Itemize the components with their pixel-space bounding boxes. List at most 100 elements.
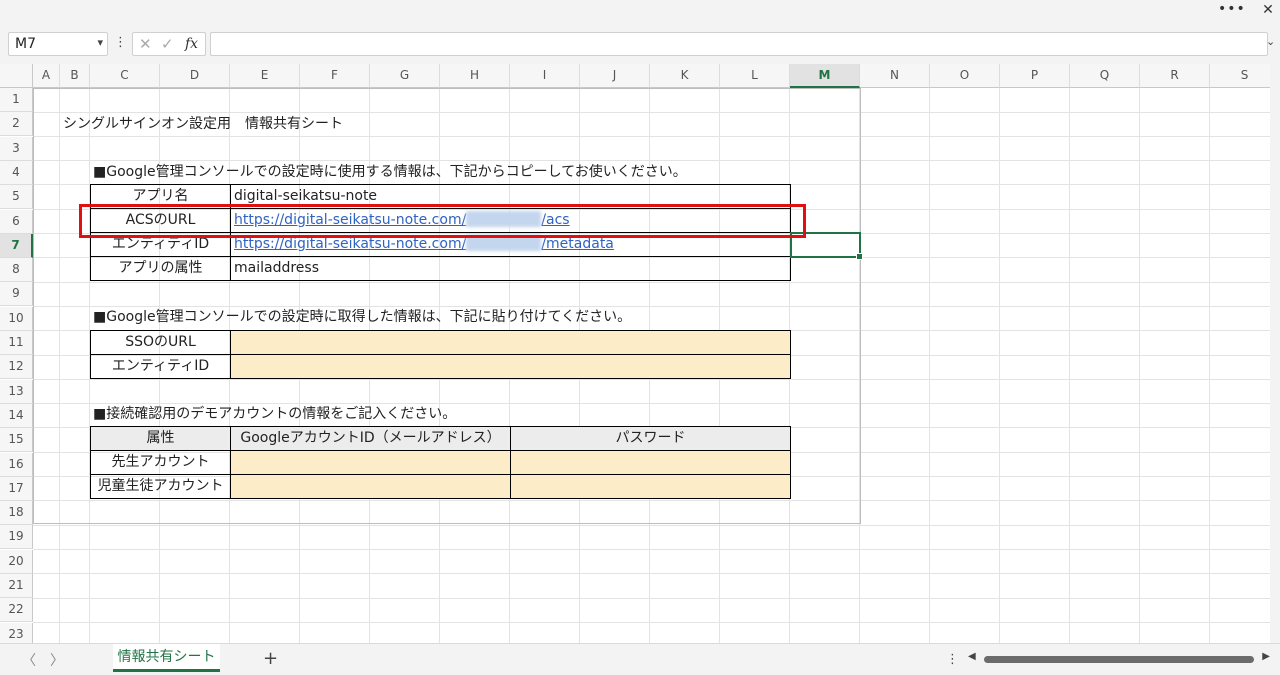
row-header-13[interactable]: 13 — [0, 379, 33, 404]
section3-heading: ■接続確認用のデモアカウントの情報をご記入ください。 — [93, 406, 457, 422]
column-header-i[interactable]: I — [510, 64, 580, 88]
row-header-22[interactable]: 22 — [0, 598, 33, 623]
row-header-3[interactable]: 3 — [0, 136, 33, 161]
row-header-14[interactable]: 14 — [0, 403, 33, 428]
column-header-c[interactable]: C — [90, 64, 160, 88]
s3-header-attr[interactable]: 属性 — [90, 426, 231, 451]
grid-vline — [1209, 88, 1210, 643]
grid-hline — [33, 573, 1280, 575]
grid-vline — [929, 88, 930, 643]
row-header-8[interactable]: 8 — [0, 258, 33, 283]
column-header-e[interactable]: E — [230, 64, 300, 88]
sheet-tab-active[interactable]: 情報共有シート — [113, 644, 220, 672]
prev-sheet-icon[interactable]: 〈 — [22, 650, 36, 670]
row-header-9[interactable]: 9 — [0, 282, 33, 307]
column-header-q[interactable]: Q — [1070, 64, 1140, 88]
row-header-18[interactable]: 18 — [0, 501, 33, 526]
column-header-n[interactable]: N — [860, 64, 930, 88]
row-header-16[interactable]: 16 — [0, 452, 33, 477]
row-header-7[interactable]: 7 — [0, 233, 33, 258]
grid-hline — [33, 597, 1280, 599]
column-header-j[interactable]: J — [580, 64, 650, 88]
s3-header-account-id[interactable]: GoogleアカウントID（メールアドレス） — [230, 426, 511, 451]
name-box-value: M7 — [15, 36, 36, 52]
row-header-20[interactable]: 20 — [0, 549, 33, 574]
s3-input-student-id[interactable] — [230, 474, 511, 499]
insert-function-icon[interactable]: fx — [185, 36, 198, 52]
chevron-down-icon[interactable]: ▾ — [97, 36, 103, 49]
grid-hline — [33, 621, 1280, 623]
s3-header-password[interactable]: パスワード — [510, 426, 791, 451]
horizontal-scrollbar[interactable]: ◀ ▶ — [968, 651, 1270, 665]
next-sheet-icon[interactable]: 〉 — [50, 650, 64, 670]
s1-value-app-attr[interactable]: mailaddress — [230, 256, 791, 281]
row-header-11[interactable]: 11 — [0, 331, 33, 355]
grid-vline — [1139, 88, 1140, 643]
column-header-g[interactable]: G — [370, 64, 440, 88]
grid-hline — [33, 548, 1280, 550]
column-header-b[interactable]: B — [60, 64, 90, 88]
title-bar: ••• ✕ — [0, 0, 1280, 22]
s2-input-sso-url[interactable] — [230, 330, 791, 355]
column-header-k[interactable]: K — [650, 64, 720, 88]
row-header-19[interactable]: 19 — [0, 525, 33, 550]
scroll-left-icon[interactable]: ◀ — [968, 651, 976, 662]
sheet-tab-bar: 〈 〉 情報共有シート + ⋮ ◀ ▶ — [0, 643, 1280, 675]
more-options-icon[interactable]: ••• — [1218, 0, 1245, 22]
row-header-17[interactable]: 17 — [0, 476, 33, 501]
column-header-m[interactable]: M — [790, 64, 860, 88]
row-header-6[interactable]: 6 — [0, 209, 33, 234]
row-header-21[interactable]: 21 — [0, 574, 33, 598]
column-header-o[interactable]: O — [930, 64, 1000, 88]
add-sheet-icon[interactable]: + — [263, 648, 278, 669]
expand-formula-icon[interactable]: ⌄ — [1266, 35, 1275, 48]
s3-label-teacher[interactable]: 先生アカウント — [90, 450, 231, 475]
name-box[interactable]: M7 ▾ — [8, 32, 108, 56]
row-header-5[interactable]: 5 — [0, 185, 33, 210]
entity-id-suffix: /metadata — [541, 236, 614, 252]
column-header-p[interactable]: P — [1000, 64, 1070, 88]
scroll-right-icon[interactable]: ▶ — [1262, 651, 1270, 662]
vertical-scrollbar[interactable] — [1270, 64, 1280, 643]
row-header-15[interactable]: 15 — [0, 428, 33, 453]
column-header-f[interactable]: F — [300, 64, 370, 88]
column-header-d[interactable]: D — [160, 64, 230, 88]
s3-input-teacher-password[interactable] — [510, 450, 791, 475]
spreadsheet-grid[interactable]: ABCDEFGHIJKLMNOPQRS 1 2 3 4 5 6 7 8 9 10 11 12 13 14 1… — [0, 64, 1280, 643]
row-header-23[interactable]: 23 — [0, 622, 33, 643]
vertical-dots-icon[interactable]: ⋮ — [946, 652, 959, 667]
row-header-12[interactable]: 12 — [0, 355, 33, 380]
s2-label-sso-url[interactable]: SSOのURL — [90, 330, 231, 355]
vertical-dots-icon[interactable]: ⋮ — [114, 35, 127, 55]
row-header-1[interactable]: 1 — [0, 88, 33, 112]
enter-check-icon[interactable]: ✓ — [161, 35, 174, 53]
s1-label-app-attr[interactable]: アプリの属性 — [90, 256, 231, 281]
s2-label-entity-id[interactable]: エンティティID — [90, 354, 231, 379]
formula-bar-row: M7 ▾ ⋮ ✕ ✓ fx ⌄ — [0, 22, 1280, 64]
entity-id-link[interactable]: https://digital-seikatsu-note.com/ /metad… — [234, 235, 614, 252]
grid-hline — [33, 524, 1280, 526]
s2-input-entity-id[interactable] — [230, 354, 791, 379]
s3-input-student-password[interactable] — [510, 474, 791, 499]
entity-id-prefix: https://digital-seikatsu-note.com/ — [234, 236, 467, 252]
formula-buttons: ✕ ✓ fx — [132, 32, 206, 56]
column-header-a[interactable]: A — [33, 64, 60, 88]
grid-vline — [999, 88, 1000, 643]
column-header-h[interactable]: H — [440, 64, 510, 88]
row-header-10[interactable]: 10 — [0, 306, 33, 331]
section2-heading: ■Google管理コンソールでの設定時に取得した情報は、下記に貼り付けてください… — [93, 309, 632, 325]
formula-input[interactable] — [210, 32, 1268, 56]
row-header-2[interactable]: 2 — [0, 112, 33, 137]
s3-label-student[interactable]: 児童生徒アカウント — [90, 474, 231, 499]
select-all-corner[interactable] — [0, 64, 33, 88]
close-icon[interactable]: ✕ — [1256, 0, 1280, 22]
highlight-box — [79, 204, 806, 238]
cancel-icon[interactable]: ✕ — [139, 35, 152, 53]
row-header-4[interactable]: 4 — [0, 160, 33, 185]
column-header-r[interactable]: R — [1140, 64, 1210, 88]
grid-vline — [1069, 88, 1070, 643]
column-header-l[interactable]: L — [720, 64, 790, 88]
section1-heading: ■Google管理コンソールでの設定時に使用する情報は、下記からコピーしてお使い… — [93, 164, 687, 180]
scroll-thumb[interactable] — [984, 656, 1254, 663]
s3-input-teacher-id[interactable] — [230, 450, 511, 475]
